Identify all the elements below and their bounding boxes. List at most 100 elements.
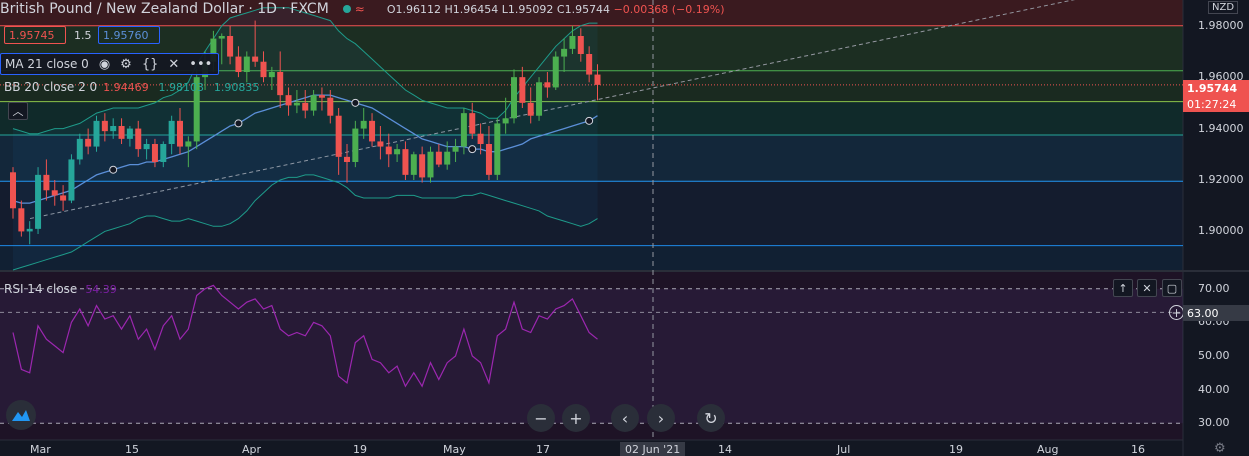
rsi-tick-label: 30.00 xyxy=(1198,416,1230,430)
low-value: L1.95092 xyxy=(501,2,554,16)
buy-button[interactable]: 1.95760 xyxy=(98,26,160,44)
candle-body xyxy=(511,77,517,119)
candle-body xyxy=(293,102,300,106)
gear-icon[interactable]: ⚙ xyxy=(120,57,132,72)
more-icon[interactable]: ••• xyxy=(189,57,212,72)
candle-body xyxy=(552,56,559,88)
candle xyxy=(511,69,517,124)
add-alert-icon[interactable]: + xyxy=(1169,305,1184,320)
candle-body xyxy=(369,120,376,142)
time-tick-label: 19 xyxy=(353,443,367,456)
candle-body xyxy=(143,144,150,150)
wave-icon: ≈ xyxy=(354,2,365,16)
candle xyxy=(427,146,434,183)
time-tick-label: Aug xyxy=(1037,443,1059,456)
candle-body xyxy=(377,141,384,147)
candle-body xyxy=(427,151,434,178)
candle-body xyxy=(260,61,267,78)
candle-body xyxy=(35,174,42,229)
candle-body xyxy=(160,144,167,162)
settings-gear-icon[interactable]: ⚙ xyxy=(1214,441,1226,456)
bb-indicator-legend[interactable]: BB 20 close 2 0 1.94469 1.98103 1.90835 xyxy=(4,77,259,97)
rsi-indicator-label: RSI 14 close xyxy=(4,282,78,296)
time-tick-label: Mar xyxy=(30,443,51,456)
close-icon: ✕ xyxy=(1142,281,1152,295)
candle-body xyxy=(477,133,484,144)
candle-body xyxy=(101,120,108,132)
candle-body xyxy=(118,126,125,139)
candle-body xyxy=(252,56,259,62)
candle-body xyxy=(335,115,342,157)
bb-lower-value: 1.90835 xyxy=(213,81,260,94)
rsi-tick-label: 40.00 xyxy=(1198,382,1230,396)
collapse-legend-button[interactable]: ︿ xyxy=(8,102,28,120)
zoom-out-button[interactable]: − xyxy=(527,404,555,432)
plus-icon: + xyxy=(569,408,583,428)
eye-icon[interactable]: ◉ xyxy=(99,57,110,72)
ma-indicator-legend[interactable]: MA 21 close 0 ◉ ⚙ {} ✕ ••• xyxy=(0,53,220,75)
candle-body xyxy=(60,195,67,201)
candle xyxy=(93,115,100,152)
candle xyxy=(494,118,501,180)
candle-body xyxy=(419,154,426,178)
candle-body xyxy=(110,126,117,132)
high-value: H1.96454 xyxy=(444,2,499,16)
zoom-in-button[interactable]: + xyxy=(562,404,590,432)
candle-body xyxy=(594,74,601,85)
last-price-tag: 1.95744 xyxy=(1183,80,1249,96)
time-tick-label: Apr xyxy=(242,443,262,456)
price-tick-label: 1.94000 xyxy=(1198,121,1244,135)
time-cursor-tag: 02 Jun '21 xyxy=(620,442,686,456)
arrow-up-icon: ↑ xyxy=(1118,281,1128,295)
maximize-icon: ▢ xyxy=(1166,281,1178,295)
candle-body xyxy=(410,154,417,175)
candle-body xyxy=(227,36,234,57)
sell-button[interactable]: 1.95745 xyxy=(4,26,66,44)
scroll-left-button[interactable]: ‹ xyxy=(611,404,639,432)
scroll-right-button[interactable]: › xyxy=(647,404,675,432)
braces-icon[interactable]: {} xyxy=(142,57,159,72)
countdown-tag: 01:27:24 xyxy=(1183,96,1249,112)
rsi-indicator-legend[interactable]: RSI 14 close 54.39 xyxy=(4,279,117,299)
price-tick-label: 1.98000 xyxy=(1198,18,1244,32)
time-tick-label: 16 xyxy=(1131,443,1145,456)
candle-body xyxy=(452,146,459,152)
time-tick-label: 14 xyxy=(718,443,732,456)
reset-icon: ↻ xyxy=(704,408,718,428)
candle-body xyxy=(460,113,467,147)
pane-close-button[interactable]: ✕ xyxy=(1137,279,1157,297)
bb-indicator-label: BB 20 close 2 0 xyxy=(4,80,98,94)
candle-body xyxy=(235,56,242,72)
rsi-cursor-tag: 63.00 xyxy=(1183,305,1249,321)
tradingview-logo-icon[interactable] xyxy=(6,400,36,430)
candle xyxy=(68,154,75,204)
candle xyxy=(35,167,42,234)
candle-body xyxy=(318,95,325,98)
candle-body xyxy=(469,113,476,134)
close-icon[interactable]: ✕ xyxy=(168,57,179,72)
candle-body xyxy=(344,156,350,162)
open-value: O1.96112 xyxy=(386,2,441,16)
candle-body xyxy=(135,128,142,150)
pane-up-button[interactable]: ↑ xyxy=(1113,279,1133,297)
candle-body xyxy=(76,138,83,160)
ma-marker xyxy=(585,116,594,125)
change-value: −0.00368 (−0.19%) xyxy=(613,2,725,16)
candle-body xyxy=(569,36,576,49)
candle-body xyxy=(352,128,359,162)
time-tick-label: May xyxy=(443,443,466,456)
candle-body xyxy=(26,228,33,232)
time-tick-label: 17 xyxy=(536,443,550,456)
candle-body xyxy=(402,149,409,175)
candle-body xyxy=(394,149,401,155)
pane-maximize-button[interactable]: ▢ xyxy=(1162,279,1182,297)
candle-body xyxy=(10,172,16,209)
ma-marker xyxy=(351,98,360,107)
reset-chart-button[interactable]: ↻ xyxy=(697,404,725,432)
candle-body xyxy=(485,144,492,175)
time-tick-label: 19 xyxy=(949,443,963,456)
candle-body xyxy=(93,120,100,147)
candle-body xyxy=(185,141,192,147)
candle-body xyxy=(68,159,75,201)
price-zone-6 xyxy=(0,245,1183,270)
